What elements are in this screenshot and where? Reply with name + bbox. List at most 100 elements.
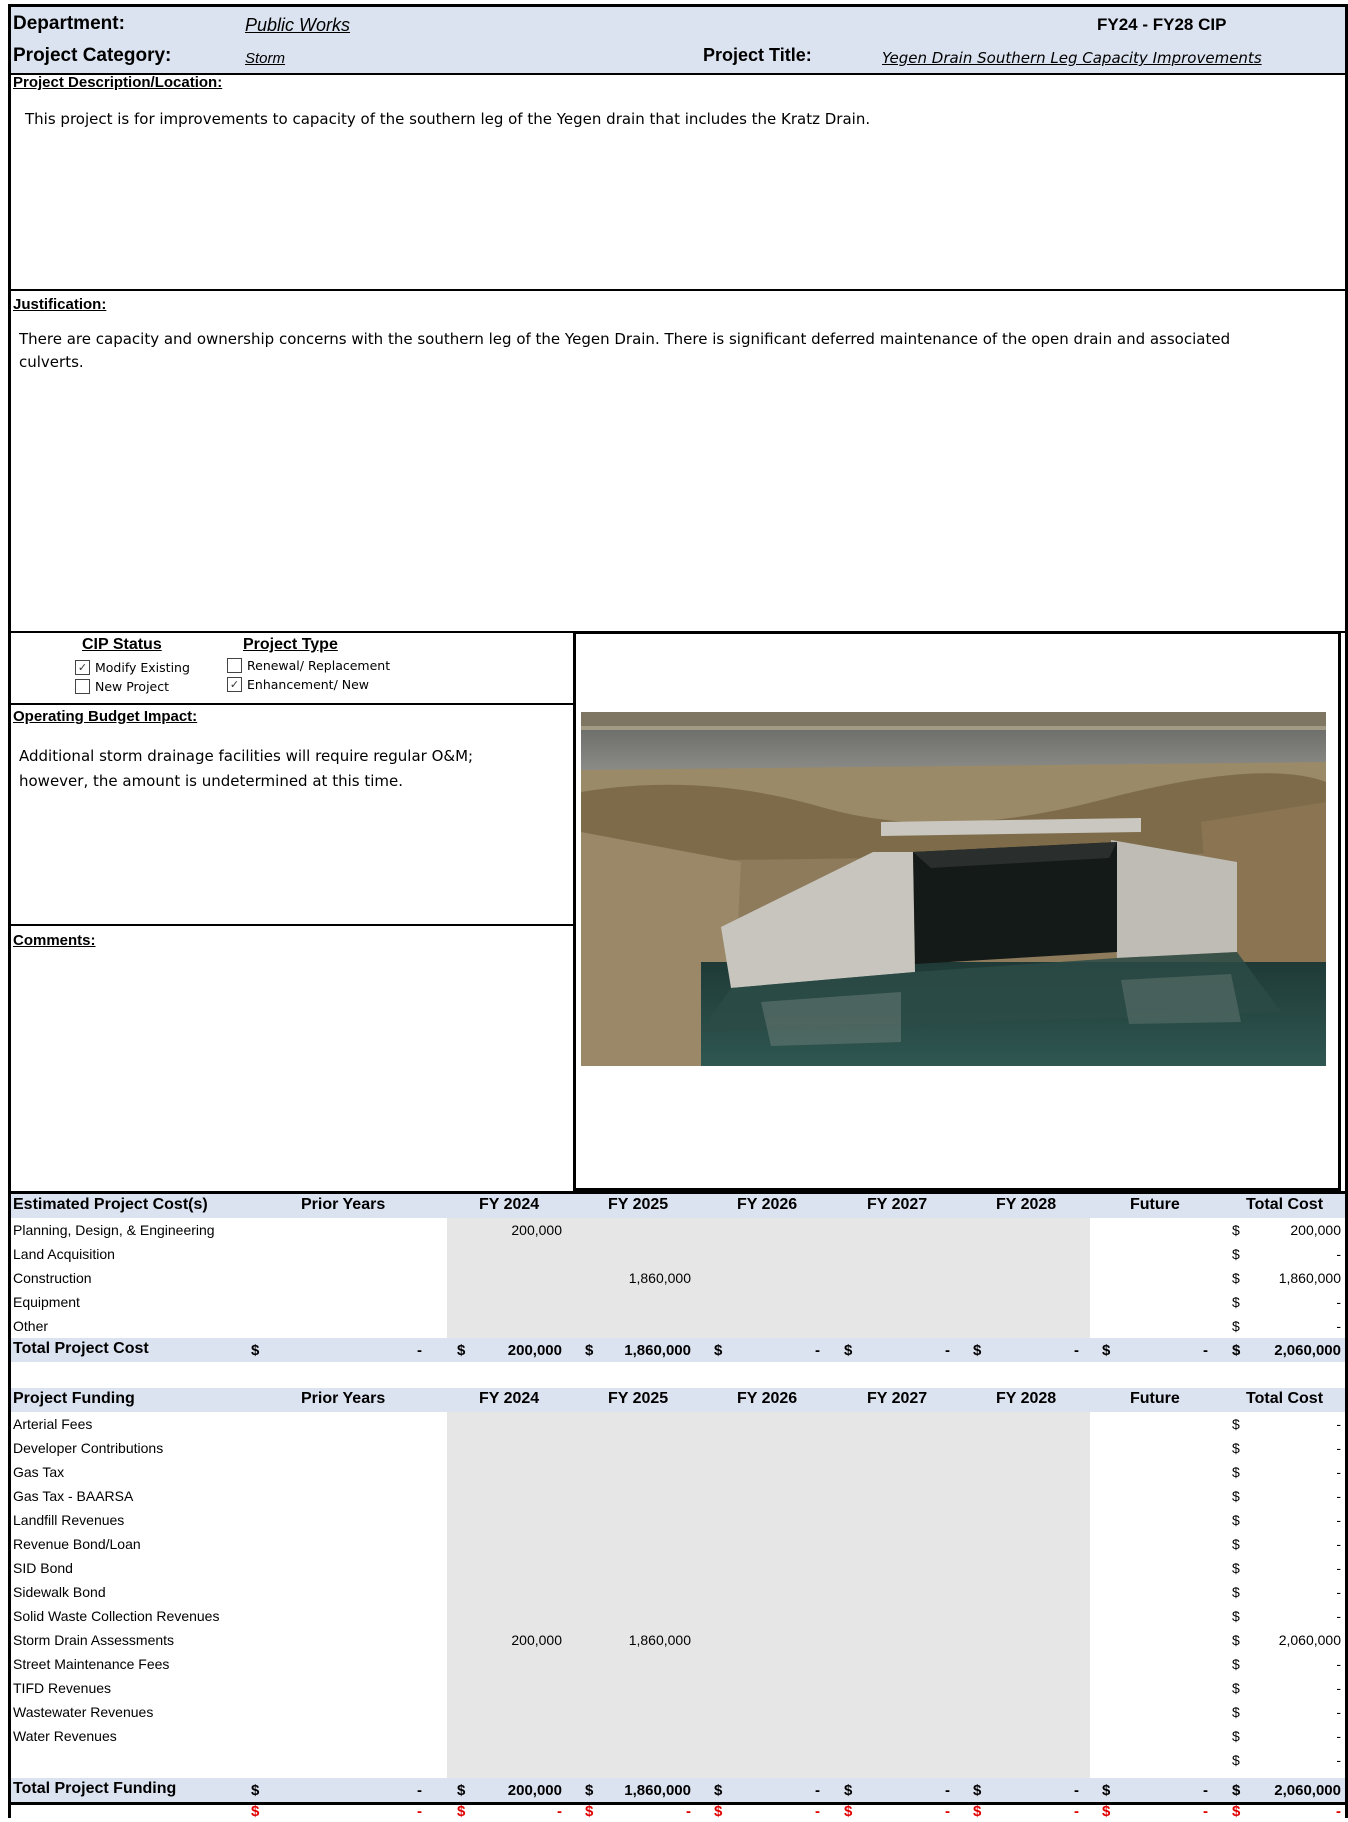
total-value: - [1336, 1464, 1341, 1480]
total-cell: 2,060,000 [1274, 1782, 1341, 1799]
total-project-funding-row: Total Project Funding $ - $200,000 $1,860,0… [11, 1778, 1345, 1802]
modify-existing-label: Modify Existing [95, 660, 190, 675]
total-cell: 1,860,000 [624, 1342, 691, 1359]
fy2024-value: 200,000 [511, 1222, 562, 1238]
currency-symbol: $ [844, 1803, 853, 1820]
currency-symbol: $ [1232, 1803, 1241, 1820]
row-label: Equipment [13, 1294, 80, 1310]
total-cell: 200,000 [507, 1782, 562, 1799]
currency-symbol: $ [1232, 1632, 1240, 1648]
row-label: Sidewalk Bond [13, 1584, 106, 1600]
total-cell: 200,000 [507, 1342, 562, 1359]
cost-header-row: Estimated Project Cost(s) Prior Years FY… [11, 1194, 1345, 1218]
operating-budget-heading: Operating Budget Impact: [13, 708, 198, 725]
modify-existing-checkbox[interactable]: ✓ [75, 660, 90, 675]
currency-symbol: $ [1102, 1782, 1111, 1799]
col-prior-years: Prior Years [301, 1196, 386, 1213]
total-value: - [1336, 1488, 1341, 1504]
header-row-1: Department: Public Works FY24 - FY28 CIP [11, 7, 1345, 39]
currency-symbol: $ [1232, 1318, 1240, 1334]
modify-existing-option[interactable]: ✓ Modify Existing [75, 660, 190, 675]
row-label: Solid Waste Collection Revenues [13, 1608, 220, 1624]
currency-symbol: $ [1232, 1464, 1240, 1480]
currency-symbol: $ [973, 1782, 982, 1799]
currency-symbol: $ [457, 1803, 466, 1820]
fy2025-value: 1,860,000 [628, 1632, 691, 1648]
total-cell: - [557, 1803, 562, 1820]
total-cell: - [815, 1803, 820, 1820]
currency-symbol: $ [457, 1782, 466, 1799]
row-label: Construction [13, 1270, 92, 1286]
currency-symbol: $ [1232, 1680, 1240, 1696]
new-project-checkbox[interactable] [75, 679, 90, 694]
project-title-value: Yegen Drain Southern Leg Capacity Improv… [882, 49, 1262, 67]
category-label: Project Category: [13, 45, 172, 66]
justification-line-1: There are capacity and ownership concern… [19, 330, 1231, 348]
total-value: 200,000 [1290, 1222, 1341, 1238]
department-label: Department: [13, 13, 125, 34]
table-row: Landfill Revenues $ - [11, 1508, 1345, 1532]
row-label: SID Bond [13, 1560, 73, 1576]
total-cell: 1,860,000 [624, 1782, 691, 1799]
total-value: - [1336, 1704, 1341, 1720]
cip-label: FY24 - FY28 CIP [1097, 15, 1227, 34]
operating-line-2: however, the amount is undetermined at t… [19, 772, 403, 790]
project-type-heading: Project Type [243, 636, 338, 653]
total-value: - [1336, 1608, 1341, 1624]
row-label: Revenue Bond/Loan [13, 1536, 141, 1552]
category-value: Storm [245, 50, 286, 67]
enhancement-checkbox[interactable]: ✓ [227, 677, 242, 692]
currency-symbol: $ [585, 1803, 594, 1820]
col-fy2028: FY 2028 [996, 1196, 1057, 1213]
new-project-option[interactable]: New Project [75, 679, 169, 694]
project-title-label: Project Title: [703, 45, 812, 65]
currency-symbol: $ [1232, 1656, 1240, 1672]
currency-symbol: $ [251, 1782, 260, 1799]
renewal-checkbox[interactable] [227, 658, 242, 673]
total-value: - [1336, 1536, 1341, 1552]
fy2024-value: 200,000 [511, 1632, 562, 1648]
currency-symbol: $ [844, 1782, 853, 1799]
currency-symbol: $ [1232, 1416, 1240, 1432]
row-label: Street Maintenance Fees [13, 1656, 170, 1672]
culvert-photo [581, 712, 1326, 1066]
table-row: Planning, Design, & Engineering 200,000 $2… [11, 1218, 1345, 1242]
cost-heading: Estimated Project Cost(s) [13, 1196, 208, 1213]
col-prior-years: Prior Years [301, 1390, 386, 1407]
row-label: Landfill Revenues [13, 1512, 125, 1528]
row-label: Arterial Fees [13, 1416, 93, 1432]
col-total-cost: Total Cost [1246, 1196, 1324, 1213]
table-row: Gas Tax $ - [11, 1460, 1345, 1484]
table-row: Wastewater Revenues $ - [11, 1700, 1345, 1724]
comments-heading: Comments: [13, 932, 96, 949]
col-fy2025: FY 2025 [608, 1390, 669, 1407]
total-cell: - [686, 1803, 691, 1820]
table-row: TIFD Revenues $ - [11, 1676, 1345, 1700]
col-fy2028: FY 2028 [996, 1390, 1057, 1407]
row-label: Wastewater Revenues [13, 1704, 154, 1720]
funding-header-row: Project Funding Prior Years FY 2024 FY 2… [11, 1388, 1345, 1412]
row-label: Storm Drain Assessments [13, 1632, 175, 1648]
total-value: - [1336, 1752, 1341, 1768]
col-fy2027: FY 2027 [867, 1196, 928, 1213]
divider [11, 924, 575, 926]
total-cell: - [1336, 1803, 1341, 1820]
enhancement-option[interactable]: ✓ Enhancement/ New [227, 677, 369, 692]
currency-symbol: $ [1232, 1752, 1240, 1768]
currency-symbol: $ [1232, 1536, 1240, 1552]
funding-heading: Project Funding [13, 1390, 135, 1407]
total-value: - [1336, 1560, 1341, 1576]
table-row: Other $ - [11, 1314, 1345, 1338]
row-label: Water Revenues [13, 1728, 117, 1744]
photo-frame [573, 631, 1341, 1191]
total-cell: - [945, 1803, 950, 1820]
table-row: Storm Drain Assessments 200,000 1,860,000 $… [11, 1628, 1345, 1652]
currency-symbol: $ [973, 1342, 982, 1359]
renewal-option[interactable]: Renewal/ Replacement [227, 658, 390, 673]
total-value: 2,060,000 [1278, 1632, 1341, 1648]
col-fy2024: FY 2024 [479, 1390, 540, 1407]
table-row: Solid Waste Collection Revenues $ - [11, 1604, 1345, 1628]
currency-symbol: $ [1102, 1342, 1111, 1359]
currency-symbol: $ [585, 1342, 594, 1359]
currency-symbol: $ [457, 1342, 466, 1359]
